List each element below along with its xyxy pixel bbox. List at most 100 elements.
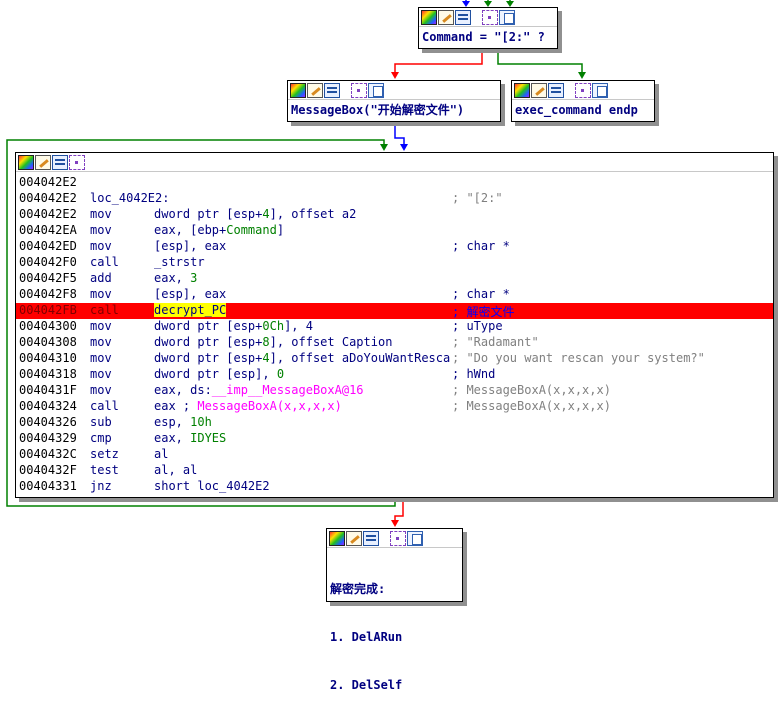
asm-mnemonic: mov [90,367,112,381]
asm-address: 004042F5 [19,271,77,285]
asm-address: 00404318 [19,367,77,381]
asm-address: 0040432C [19,447,77,461]
asm-comment: ; 解密文件 [452,305,515,319]
asm-operands: al [154,447,168,461]
asm-operand-part: ] [276,223,285,237]
group-icon[interactable] [390,530,406,546]
asm-address: 0040431F [19,383,77,397]
asm-operands: eax, ds:__imp__MessageBoxA@16 [154,383,364,397]
asm-line[interactable]: 004042F0 call _strstr [16,255,773,271]
asm-operand-part: dword ptr [esp], [154,367,277,381]
asm-comment: ; uType [452,319,503,333]
node-text: Command = "[2:" ? [422,30,545,44]
graph-icon[interactable] [363,530,379,546]
copy-icon[interactable] [499,9,515,25]
asm-mnemonic: mov [90,351,112,365]
asm-line[interactable]: 00404329 cmp eax, IDYES [16,431,773,447]
asm-operand-part: ], offset aDoYouWantResca [269,351,451,365]
node-text: MessageBox("开始解密文件") [291,103,465,117]
disassembly-listing: 004042E2 004042E2 loc_4042E2:; "[2:" 004042… [16,172,773,495]
asm-comment: ; "Do you want rescan your system?" [452,351,705,365]
asm-operands: eax ; MessageBoxA(x,x,x,x) [154,399,342,413]
copy-icon[interactable] [407,530,423,546]
node-command-check[interactable]: Command = "[2:" ? [418,7,558,49]
graph-icon[interactable] [52,154,68,170]
asm-operand-part: eax, ds: [154,383,212,397]
asm-comment: ; hWnd [452,367,496,381]
asm-line[interactable]: 004042EA mov eax, [ebp+Command] [16,223,773,239]
edit-icon[interactable] [307,82,323,98]
asm-mnemonic: mov [90,319,112,333]
group-icon[interactable] [482,9,498,25]
asm-line[interactable]: 0040431F mov eax, ds:__imp__MessageBoxA@16… [16,383,773,399]
asm-line[interactable]: 004042E2 mov dword ptr [esp+4], offset a2 [16,207,773,223]
graph-icon[interactable] [548,82,564,98]
edit-icon[interactable] [35,154,51,170]
node-text: 解密完成: 1. DelARun 2. DelSelf [327,548,462,728]
asm-operands: dword ptr [esp+4], offset aDoYouWantResc… [154,351,450,365]
color-icon[interactable] [421,9,437,25]
asm-address: 00404310 [19,351,77,365]
copy-icon[interactable] [368,82,384,98]
asm-operands: dword ptr [esp+8], offset Caption [154,335,392,349]
asm-operand-text: al, al [154,463,198,477]
asm-operand-text: short loc_4042E2 [154,479,270,493]
asm-line[interactable]: 004042F5 add eax, 3 [16,271,773,287]
asm-line[interactable]: 004042E2 loc_4042E2: ; "[2:" [16,191,773,207]
group-icon[interactable] [351,82,367,98]
color-icon[interactable] [290,82,306,98]
node-exec-command-endp[interactable]: exec_command endp [511,80,655,122]
asm-operand-symbol: __imp__MessageBoxA@16 [211,383,364,397]
asm-line[interactable]: 00404308 mov dword ptr [esp+8], offset Cap… [16,335,773,351]
asm-line[interactable]: 00404324 call eax ; MessageBoxA(x,x,x,x) ; … [16,399,773,415]
color-icon[interactable] [329,530,345,546]
asm-address: 0040432F [19,463,77,477]
asm-address: 004042EA [19,223,77,237]
asm-comment: ; "Radamant" [452,335,539,349]
asm-line[interactable]: 00404326 sub esp, 10h [16,415,773,431]
asm-address: 00404308 [19,335,77,349]
asm-mnemonic: call [90,303,119,317]
asm-operand-part: dword ptr [esp+ [154,319,263,333]
node-loc-4042e2[interactable]: 004042E2 004042E2 loc_4042E2:; "[2:" 004042… [15,152,774,498]
asm-mnemonic: test [90,463,119,477]
asm-line[interactable]: 0040432C setz al [16,447,773,463]
asm-line[interactable]: 00404300 mov dword ptr [esp+0Ch], 4 ; uType [16,319,773,335]
asm-operands: dword ptr [esp], 0 [154,367,284,381]
graph-icon[interactable] [455,9,471,25]
asm-line[interactable]: 00404318 mov dword ptr [esp], 0 ; hWnd [16,367,773,383]
asm-line[interactable]: 004042E2 [16,175,773,191]
asm-address: 004042E2 [19,175,77,189]
copy-icon[interactable] [592,82,608,98]
asm-line[interactable]: 00404331 jnz short loc_4042E2 [16,479,773,495]
edit-icon[interactable] [531,82,547,98]
asm-operand-text: _strstr [154,255,205,269]
asm-line[interactable]: 00404310 mov dword ptr [esp+4], offset aDo… [16,351,773,367]
asm-operand-text: [esp], eax [154,287,227,301]
node-toolbar [327,529,462,548]
asm-line[interactable]: 004042ED mov [esp], eax ; char * [16,239,773,255]
asm-comment: ; char * [452,287,510,301]
asm-mnemonic: mov [90,287,112,301]
graph-icon[interactable] [324,82,340,98]
node-toolbar [16,153,773,172]
asm-line[interactable]: 004042FB call decrypt_PC ; 解密文件 [16,303,773,319]
group-icon[interactable] [69,154,85,170]
asm-operand-symbol: 4 [262,207,270,221]
edit-icon[interactable] [346,530,362,546]
asm-operand-part: dword ptr [esp+ [154,207,263,221]
asm-line[interactable]: 004042F8 mov [esp], eax ; char * [16,287,773,303]
color-icon[interactable] [18,154,34,170]
asm-mnemonic: mov [90,239,112,253]
asm-operand-part: ], offset a2 [269,207,357,221]
node-decrypt-complete[interactable]: 解密完成: 1. DelARun 2. DelSelf [326,528,463,692]
node-messagebox[interactable]: MessageBox("开始解密文件") [287,80,501,122]
asm-line[interactable]: 0040432F test al, al [16,463,773,479]
group-icon[interactable] [575,82,591,98]
asm-operands: dword ptr [esp+4], offset a2 [154,207,356,221]
asm-mnemonic: jnz [90,479,112,493]
edit-icon[interactable] [438,9,454,25]
edge-top-to-exec [497,48,586,79]
color-icon[interactable] [514,82,530,98]
asm-operand-part: ], offset Caption [269,335,393,349]
